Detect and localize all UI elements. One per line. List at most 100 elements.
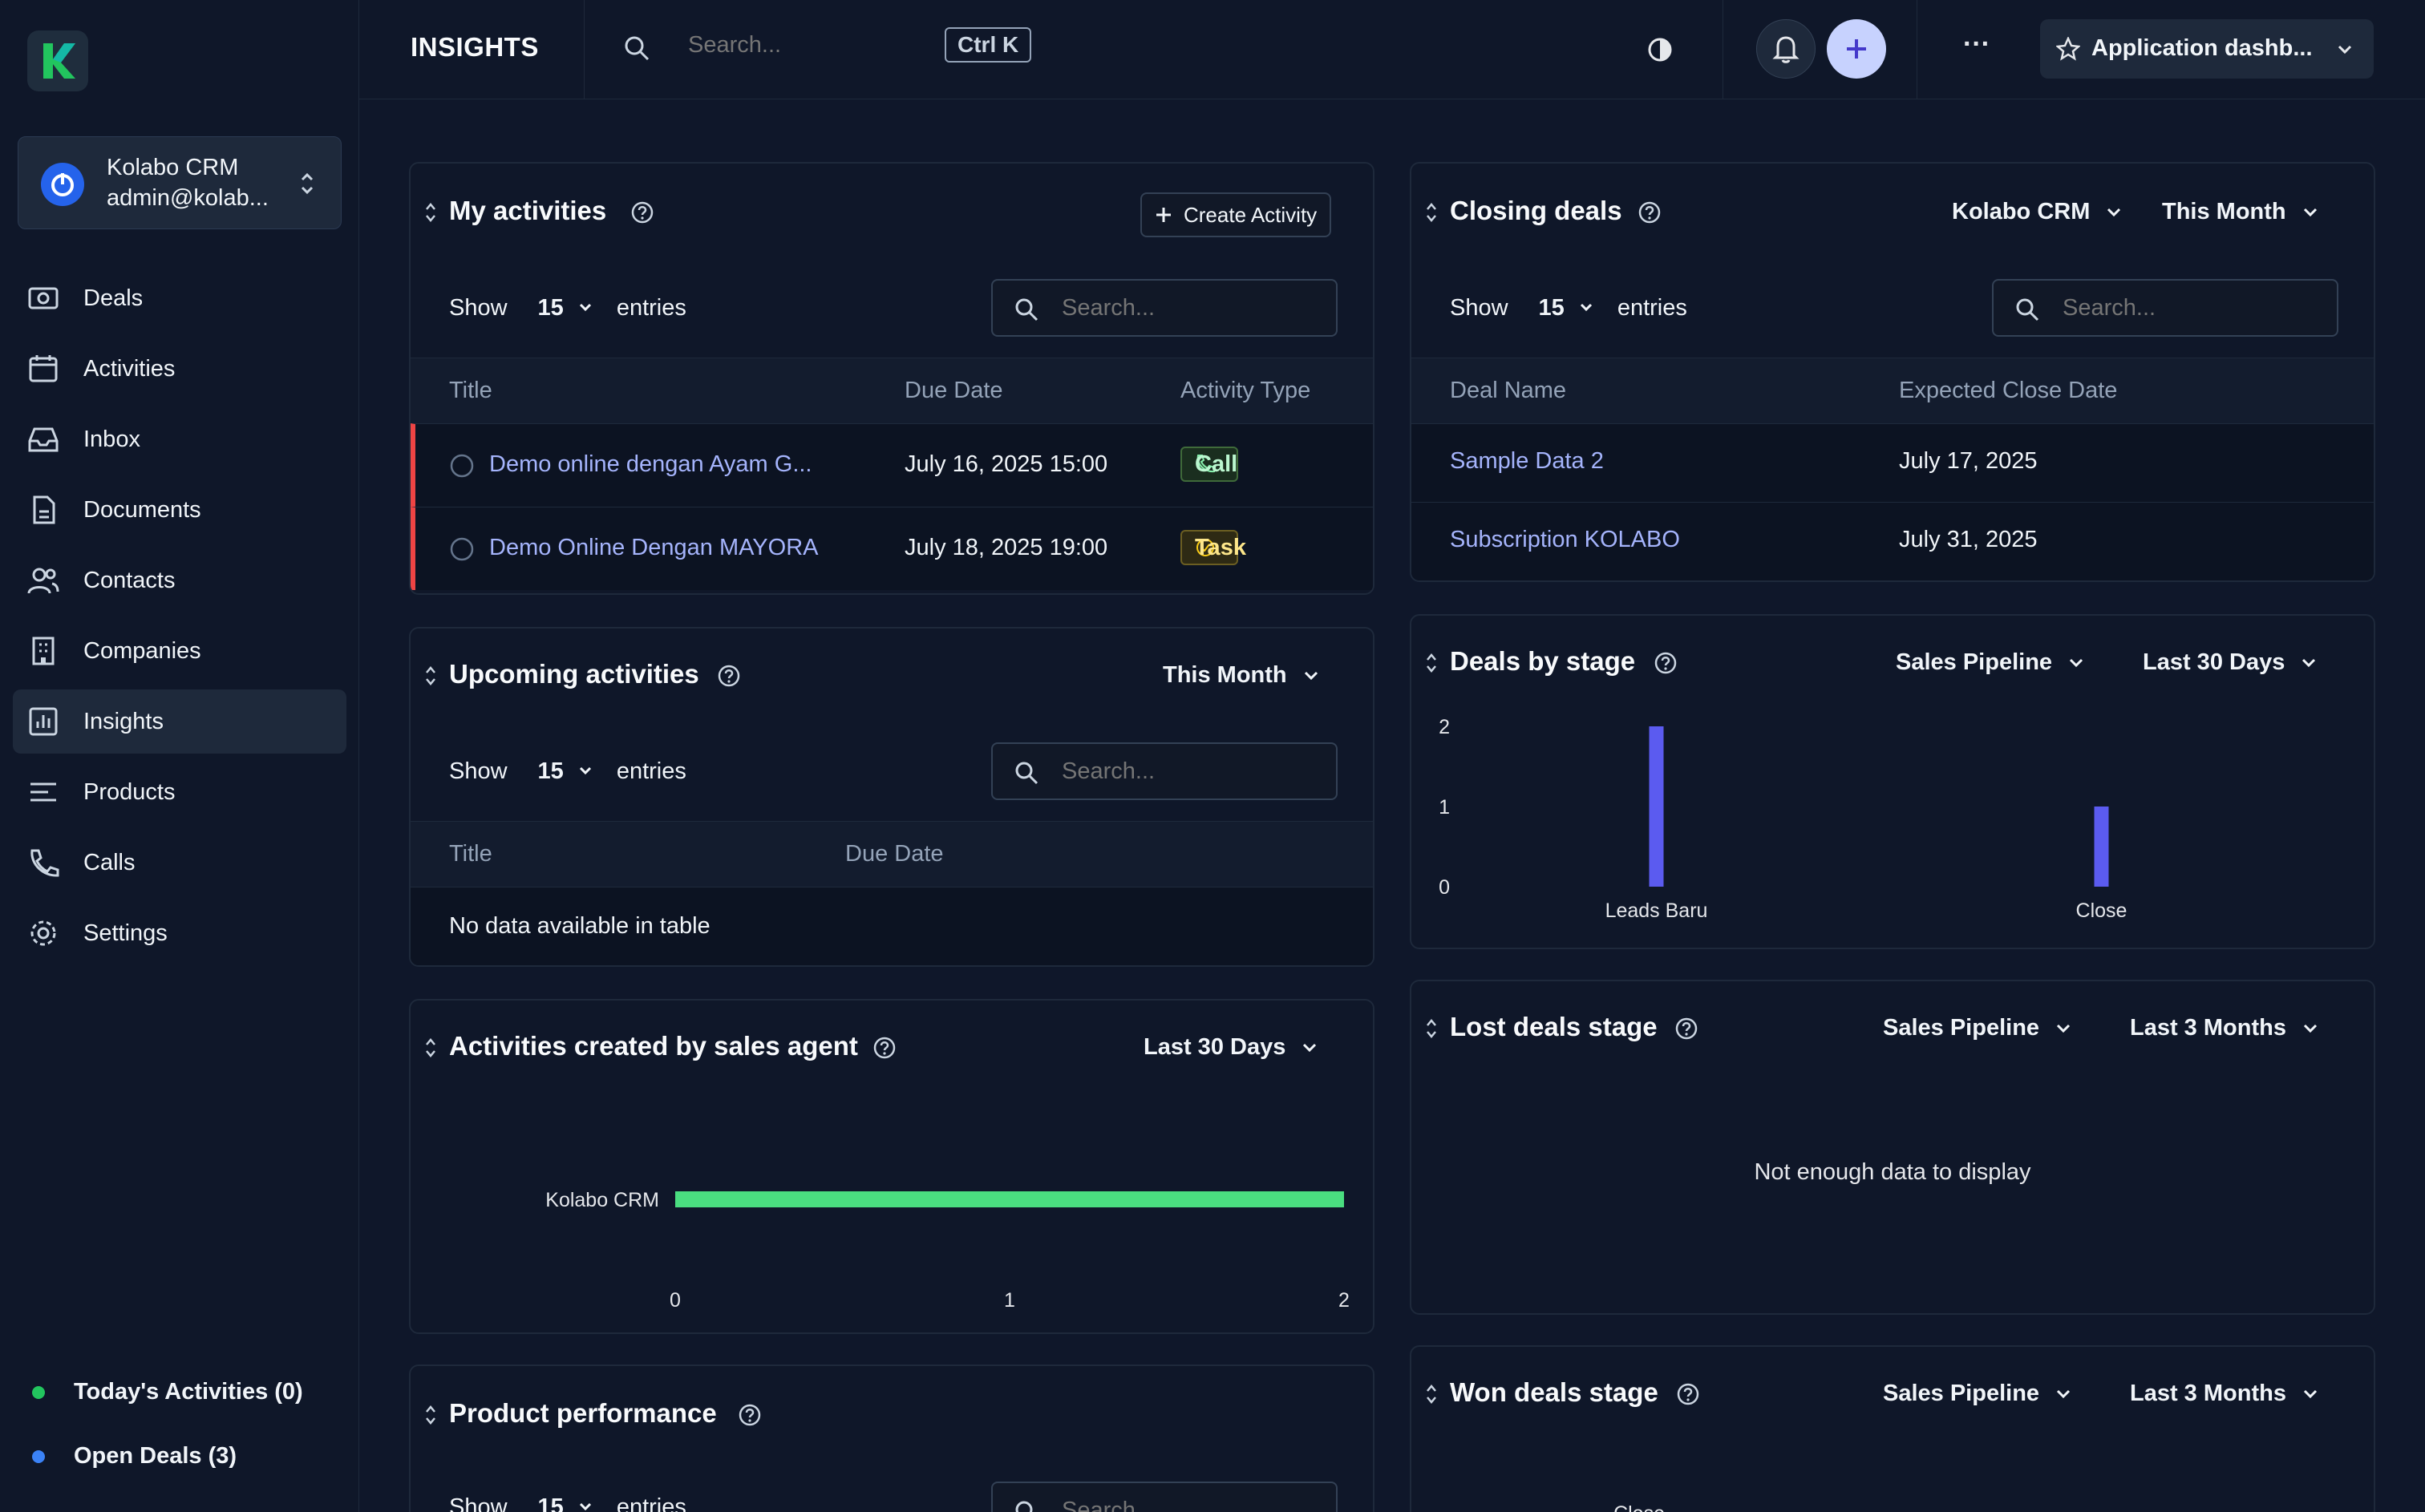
card-title: My activities <box>449 196 607 225</box>
help-icon[interactable] <box>1676 1382 1700 1406</box>
entries-selector: Show 15 entries <box>1450 295 1687 321</box>
drag-handle-icon[interactable] <box>425 202 436 223</box>
activity-title-link[interactable]: Demo online dengan Ayam G... <box>489 451 812 478</box>
period-dropdown[interactable]: Last 3 Months <box>2130 1381 2318 1407</box>
card-title: Upcoming activities <box>449 659 699 689</box>
sidebar-item-calls[interactable]: Calls <box>13 831 346 895</box>
sidebar-item-products[interactable]: Products <box>13 760 346 824</box>
period-dropdown[interactable]: Last 3 Months <box>2130 1015 2318 1041</box>
sidebar-item-contacts[interactable]: Contacts <box>13 548 346 612</box>
column-header-title[interactable]: Title <box>449 378 492 404</box>
period-label: Last 3 Months <box>2130 1015 2286 1041</box>
chevron-down-icon <box>1303 1043 1317 1052</box>
column-header-deal-name[interactable]: Deal Name <box>1450 378 1566 404</box>
column-header-due-date[interactable]: Due Date <box>905 378 1003 404</box>
search-shortcut-badge: Ctrl K <box>945 27 1032 63</box>
chevron-down-icon <box>2056 1024 2071 1033</box>
table-row[interactable]: Subscription KOLABO July 31, 2025 <box>1411 502 2374 580</box>
activity-type-badge: Call <box>1180 447 1238 482</box>
chevron-down-icon <box>2303 208 2317 216</box>
pipeline-dropdown[interactable]: Sales Pipeline <box>1896 649 2084 676</box>
deal-name-link[interactable]: Subscription KOLABO <box>1450 527 1680 553</box>
company-filter-dropdown[interactable]: Kolabo CRM <box>1952 199 2122 225</box>
period-dropdown[interactable]: This Month <box>2162 199 2318 225</box>
chevron-down-icon[interactable] <box>578 766 593 775</box>
plus-icon <box>1156 208 1171 222</box>
table-row[interactable]: Sample Data 2 July 17, 2025 <box>1411 423 2374 502</box>
contacts-icon <box>27 568 59 594</box>
open-deals-link[interactable]: Open Deals (3) <box>32 1443 237 1470</box>
application-dashboard-label: Application dashb... <box>2091 35 2313 61</box>
period-dropdown[interactable]: Last 30 Days <box>1144 1034 1318 1061</box>
sidebar-item-companies[interactable]: Companies <box>13 619 346 683</box>
help-icon[interactable] <box>717 664 741 688</box>
global-search-input[interactable] <box>688 32 929 59</box>
help-icon[interactable] <box>1654 651 1678 675</box>
application-dashboard-switcher[interactable]: Application dashb... <box>2040 19 2374 79</box>
activity-type-label: Task <box>1195 534 1246 560</box>
table-search-input[interactable] <box>1062 295 1318 321</box>
account-switcher[interactable]: Kolabo CRM admin@kolab... <box>18 136 342 229</box>
help-icon[interactable] <box>872 1036 897 1060</box>
chevron-down-icon[interactable] <box>578 1502 593 1511</box>
entries-label: entries <box>1617 295 1687 321</box>
column-header-activity-type[interactable]: Activity Type <box>1180 378 1310 404</box>
search-icon <box>1015 298 1038 321</box>
help-icon[interactable] <box>738 1403 762 1427</box>
pipeline-dropdown[interactable]: Sales Pipeline <box>1883 1015 2071 1041</box>
column-header-expected-close-date[interactable]: Expected Close Date <box>1899 378 2117 404</box>
drag-handle-icon[interactable] <box>1426 653 1437 673</box>
deal-name-link[interactable]: Sample Data 2 <box>1450 448 1604 475</box>
notifications-button[interactable] <box>1756 19 1816 79</box>
activity-title-link[interactable]: Demo Online Dengan MAYORA <box>489 535 818 561</box>
entries-selector: Show 15 entries <box>449 295 686 321</box>
column-header-title[interactable]: Title <box>449 841 492 867</box>
sidebar-item-deals[interactable]: Deals <box>13 266 346 330</box>
complete-checkbox-icon[interactable] <box>449 536 475 562</box>
table-search-input[interactable] <box>1062 1498 1318 1512</box>
quick-add-button[interactable] <box>1827 19 1886 79</box>
drag-handle-icon[interactable] <box>425 1037 436 1058</box>
my-activities-card: My activities Create Activity Show 15 entr… <box>409 162 1374 595</box>
table-row[interactable]: Demo online dengan Ayam G... July 16, 20… <box>411 423 1373 507</box>
deals-icon <box>28 287 59 309</box>
pipeline-dropdown[interactable]: Sales Pipeline <box>1883 1381 2071 1407</box>
drag-handle-icon[interactable] <box>425 1405 436 1425</box>
sidebar-item-settings[interactable]: Settings <box>13 901 346 965</box>
drag-handle-icon[interactable] <box>425 665 436 686</box>
entries-count[interactable]: 15 <box>538 295 564 321</box>
company-filter-label: Kolabo CRM <box>1952 199 2091 224</box>
sidebar-item-insights[interactable]: Insights <box>13 689 346 754</box>
help-icon[interactable] <box>630 200 654 224</box>
card-title: Deals by stage <box>1450 646 1636 676</box>
help-icon[interactable] <box>1674 1017 1698 1041</box>
help-icon[interactable] <box>1638 200 1662 224</box>
drag-handle-icon[interactable] <box>1426 1018 1437 1039</box>
column-header-due-date[interactable]: Due Date <box>845 841 944 867</box>
closing-deals-card: Closing deals Kolabo CRM This Month Show… <box>1410 162 2375 582</box>
period-dropdown[interactable]: Last 30 Days <box>2143 649 2317 676</box>
card-title: Activities created by sales agent <box>449 1031 858 1061</box>
theme-toggle-icon[interactable] <box>1642 32 1678 67</box>
chevron-down-icon[interactable] <box>578 302 593 312</box>
table-row[interactable]: Demo Online Dengan MAYORA July 18, 2025 … <box>411 507 1373 590</box>
todays-activities-link[interactable]: Today's Activities (0) <box>32 1379 303 1405</box>
drag-handle-icon[interactable] <box>1426 1384 1437 1405</box>
entries-count[interactable]: 15 <box>538 758 564 784</box>
sidebar-item-activities[interactable]: Activities <box>13 337 346 401</box>
app-logo[interactable] <box>27 30 88 91</box>
more-options-icon[interactable]: ··· <box>1963 29 1990 60</box>
entries-count[interactable]: 15 <box>538 1494 564 1512</box>
drag-handle-icon[interactable] <box>1426 202 1437 223</box>
table-search-input[interactable] <box>1062 758 1318 785</box>
table-search-input[interactable] <box>2063 295 2319 321</box>
complete-checkbox-icon[interactable] <box>449 453 475 479</box>
entries-count[interactable]: 15 <box>1539 295 1565 321</box>
sidebar-item-inbox[interactable]: Inbox <box>13 407 346 471</box>
chevron-down-icon[interactable] <box>1579 302 1593 312</box>
sidebar-item-documents[interactable]: Documents <box>13 478 346 542</box>
pipeline-label: Sales Pipeline <box>1883 1381 2040 1406</box>
show-label: Show <box>1450 295 1508 321</box>
create-activity-button[interactable]: Create Activity <box>1140 192 1332 237</box>
period-dropdown[interactable]: This Month <box>1163 662 1319 689</box>
